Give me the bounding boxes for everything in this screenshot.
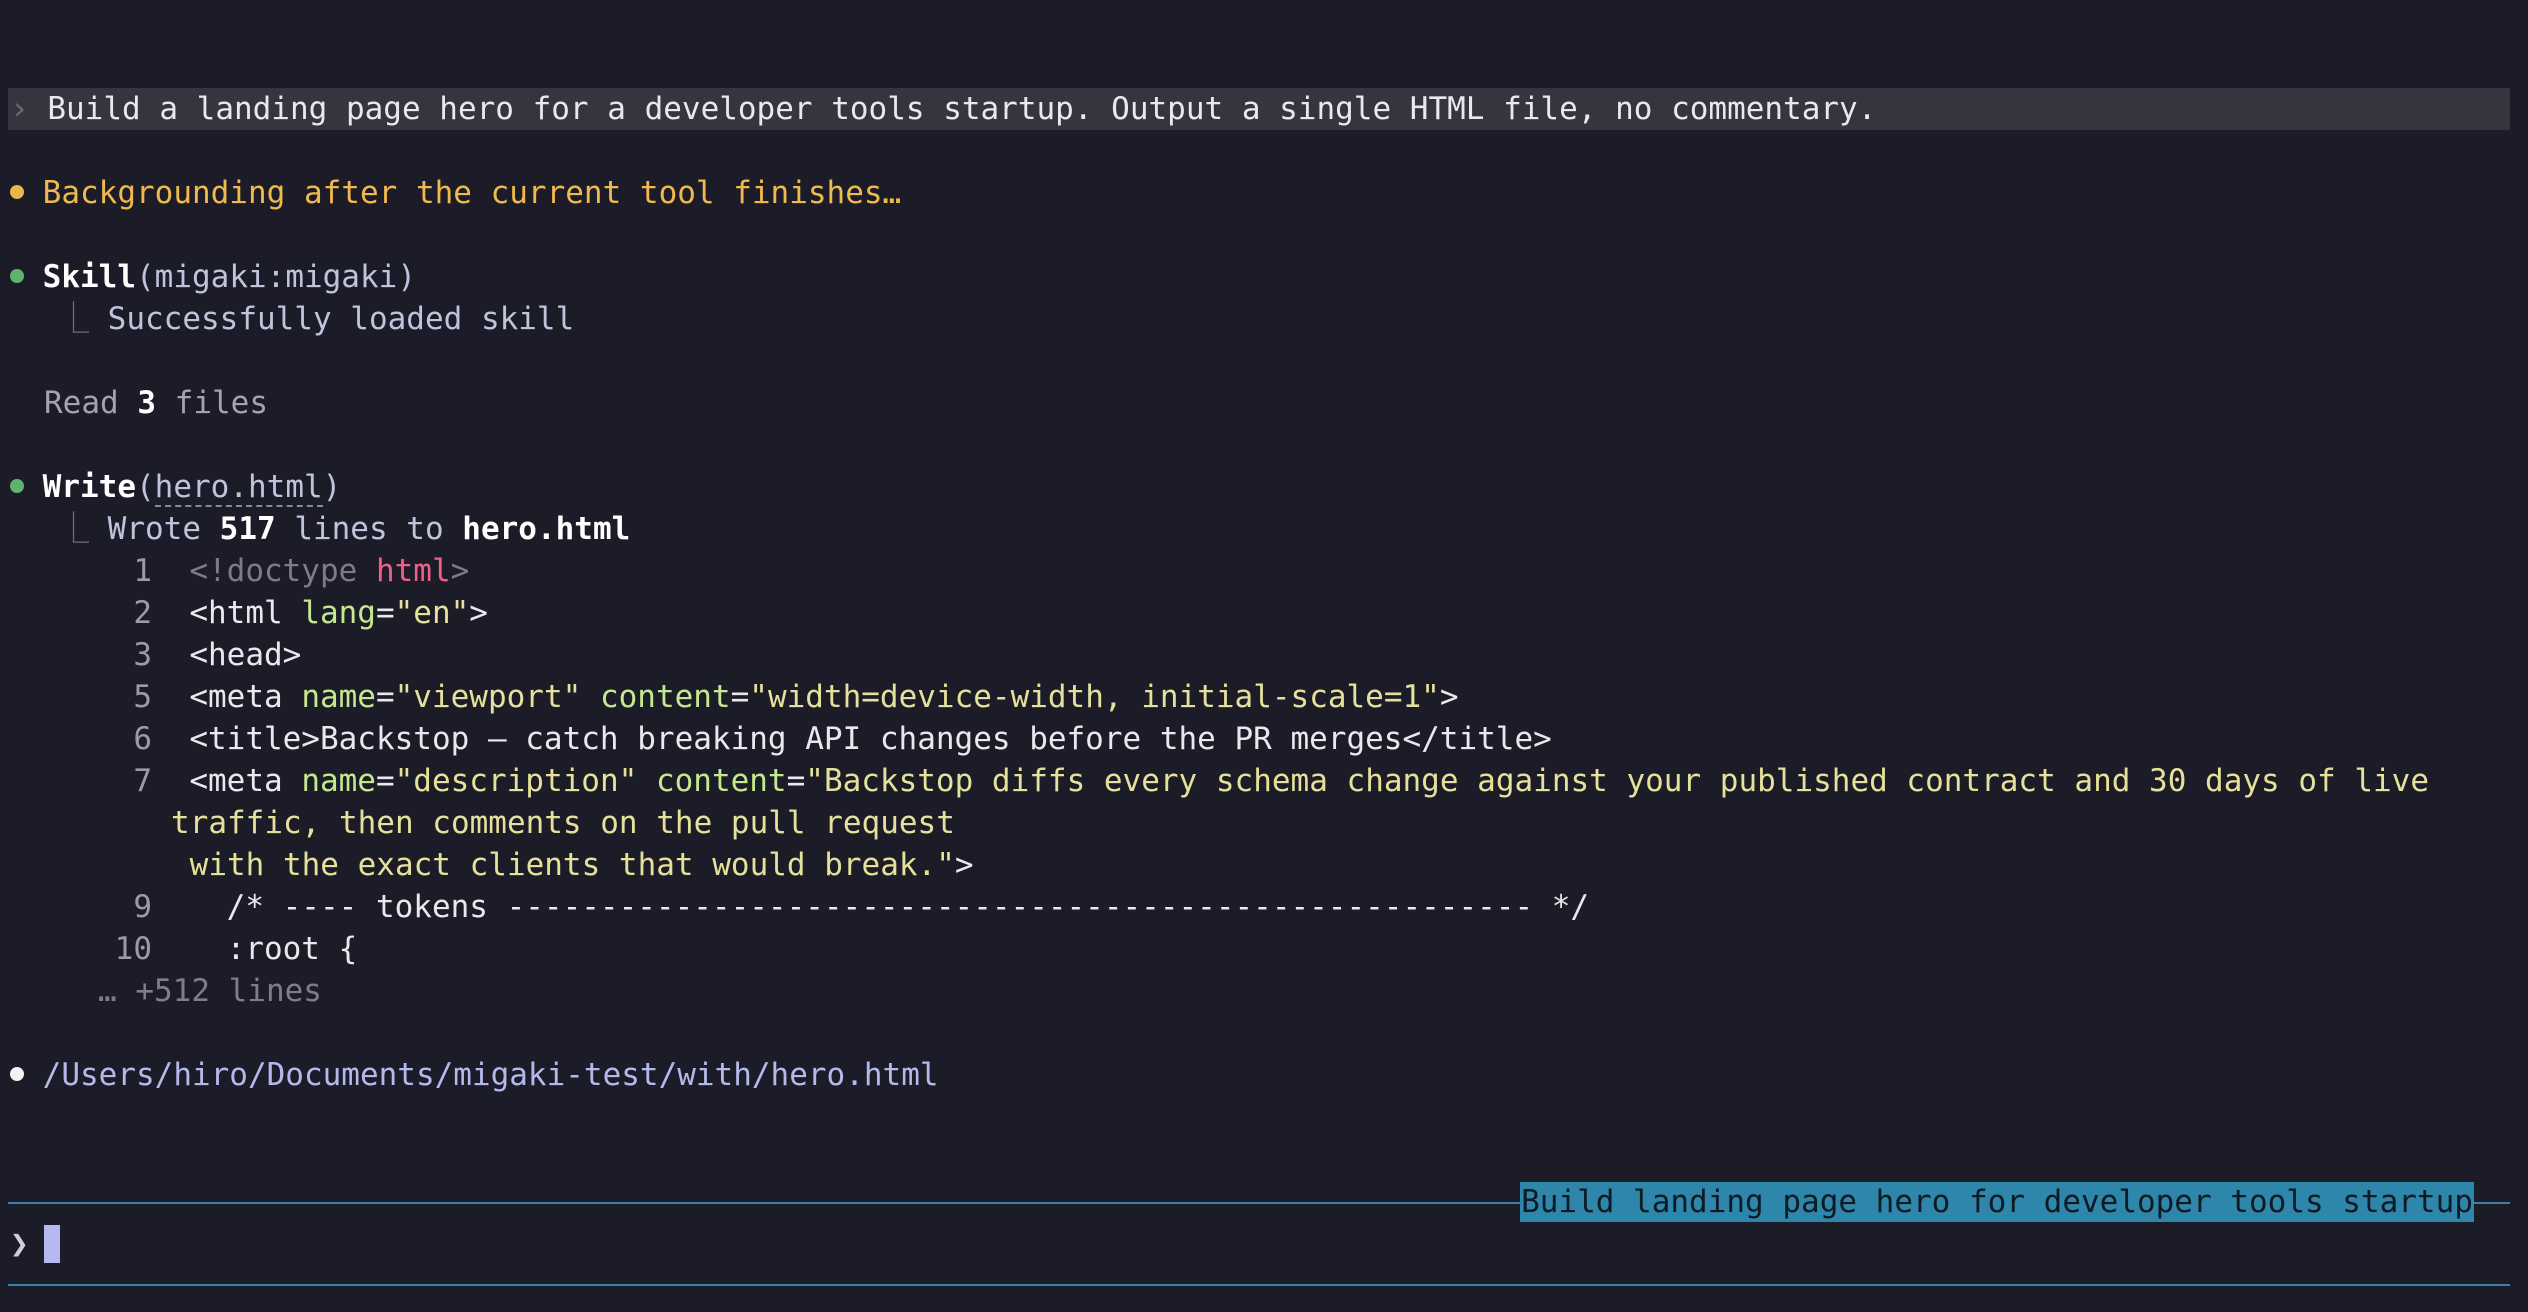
code-line: 10 :root { — [78, 928, 358, 970]
code-token: > — [469, 595, 488, 631]
skill-tool-call: Skill(migaki:migaki) — [10, 256, 416, 298]
line-number: 5 — [133, 679, 152, 715]
write-tool-result: ⎿ Wrote 517 lines to hero.html — [58, 508, 630, 550]
code-token: :root { — [189, 931, 358, 967]
background-status-text: Backgrounding after the current tool fin… — [42, 175, 902, 211]
skill-tool-arg: migaki:migaki — [154, 259, 398, 295]
write-result-mid: lines to — [275, 511, 463, 547]
write-tool-call: Write(hero.html) — [10, 466, 341, 508]
code-token: html — [375, 553, 451, 589]
tree-branch-icon: ⎿ — [58, 301, 108, 337]
status-dot-icon — [10, 184, 24, 199]
skill-tool-result: ⎿ Successfully loaded skill — [58, 298, 574, 340]
tree-branch-icon: ⎿ — [58, 511, 108, 547]
read-files-summary: Read 3 files — [44, 382, 268, 424]
code-token: name — [301, 763, 376, 799]
output-path-line: /Users/hiro/Documents/migaki-test/with/h… — [10, 1054, 939, 1096]
code-token: = — [730, 679, 750, 715]
code-token: <meta — [189, 763, 302, 799]
read-prefix: Read — [44, 385, 138, 421]
code-token: "description" — [394, 763, 638, 799]
line-number: 9 — [133, 889, 152, 925]
write-result-prefix: Wrote — [107, 511, 220, 547]
code-token: = — [786, 763, 806, 799]
input-top-border-left — [8, 1202, 1520, 1204]
code-token: name — [301, 679, 376, 715]
session-title-badge: Build landing page hero for developer to… — [1520, 1182, 2474, 1222]
code-token: > — [954, 847, 974, 883]
input-top-border-right — [2474, 1202, 2510, 1204]
tool-success-dot-icon — [10, 478, 24, 493]
code-token: content — [655, 763, 787, 799]
input-bottom-border — [8, 1284, 2510, 1286]
write-tool-name: Write — [42, 469, 136, 505]
write-line-count: 517 — [219, 511, 276, 547]
output-path-link[interactable]: /Users/hiro/Documents/migaki-test/with/h… — [43, 1057, 939, 1093]
code-token: = — [375, 595, 395, 631]
code-line: 7 <meta name="description" content="Back… — [78, 760, 2429, 802]
read-count: 3 — [137, 385, 156, 421]
code-token: content — [599, 679, 731, 715]
code-line: 1 <!doctype html> — [78, 550, 469, 592]
skill-arg-close: ) — [397, 259, 416, 295]
code-token: "width=device-width, initial-scale=1" — [749, 679, 1440, 715]
code-line: 9 /* ---- tokens -----------------------… — [78, 886, 1589, 928]
code-token: "en" — [394, 595, 470, 631]
code-token: "Backstop diffs every schema change agai… — [805, 763, 2430, 799]
submitted-prompt: › Build a landing page hero for a develo… — [10, 88, 1876, 130]
line-number: 2 — [133, 595, 152, 631]
skill-result-text: Successfully loaded skill — [107, 301, 575, 337]
more-lines-text: … +512 lines — [98, 973, 322, 1009]
code-token: <html — [189, 595, 302, 631]
code-token: <title>Backstop — catch breaking API cha… — [189, 721, 1552, 757]
code-token: <head> — [189, 637, 302, 673]
submitted-prompt-text: Build a landing page hero for a develope… — [47, 91, 1877, 127]
prompt-chevron-icon: › — [10, 91, 29, 127]
write-file-link[interactable]: hero.html — [154, 469, 323, 507]
code-line-wrap: with the exact clients that would break.… — [171, 844, 974, 886]
code-more-lines[interactable]: … +512 lines — [98, 970, 322, 1012]
write-result-file: hero.html — [462, 511, 631, 547]
read-suffix: files — [156, 385, 268, 421]
code-line: 3 <head> — [78, 634, 301, 676]
code-token: /* ---- tokens -------------------------… — [189, 889, 1590, 925]
code-token: traffic, then comments on the pull reque… — [171, 805, 955, 841]
line-number: 10 — [114, 931, 152, 967]
code-token: > — [1439, 679, 1459, 715]
background-status-line: Backgrounding after the current tool fin… — [10, 172, 901, 214]
line-number: 1 — [133, 553, 152, 589]
code-token: <meta — [189, 679, 302, 715]
skill-tool-name: Skill — [42, 259, 136, 295]
input-cursor[interactable] — [44, 1225, 60, 1263]
skill-arg-open: ( — [136, 259, 155, 295]
line-number: 6 — [133, 721, 152, 757]
code-token: "viewport" — [394, 679, 582, 715]
code-token: > — [450, 553, 470, 589]
code-token: = — [375, 679, 395, 715]
code-token: lang — [301, 595, 376, 631]
code-token: with the exact clients that would break.… — [171, 847, 955, 883]
line-number: 7 — [133, 763, 152, 799]
code-token: = — [375, 763, 395, 799]
write-arg-close: ) — [322, 469, 342, 505]
code-line: 5 <meta name="viewport" content="width=d… — [78, 676, 1459, 718]
input-prompt-chevron-icon: ❯ — [10, 1226, 29, 1262]
output-dot-icon — [10, 1066, 24, 1081]
code-line: 6 <title>Backstop — catch breaking API c… — [78, 718, 1552, 760]
write-arg-open: ( — [136, 469, 155, 505]
code-line: 2 <html lang="en"> — [78, 592, 488, 634]
tool-success-dot-icon — [10, 268, 24, 283]
code-line-wrap: traffic, then comments on the pull reque… — [171, 802, 955, 844]
code-token: <!doctype — [189, 553, 376, 589]
line-number: 3 — [133, 637, 152, 673]
